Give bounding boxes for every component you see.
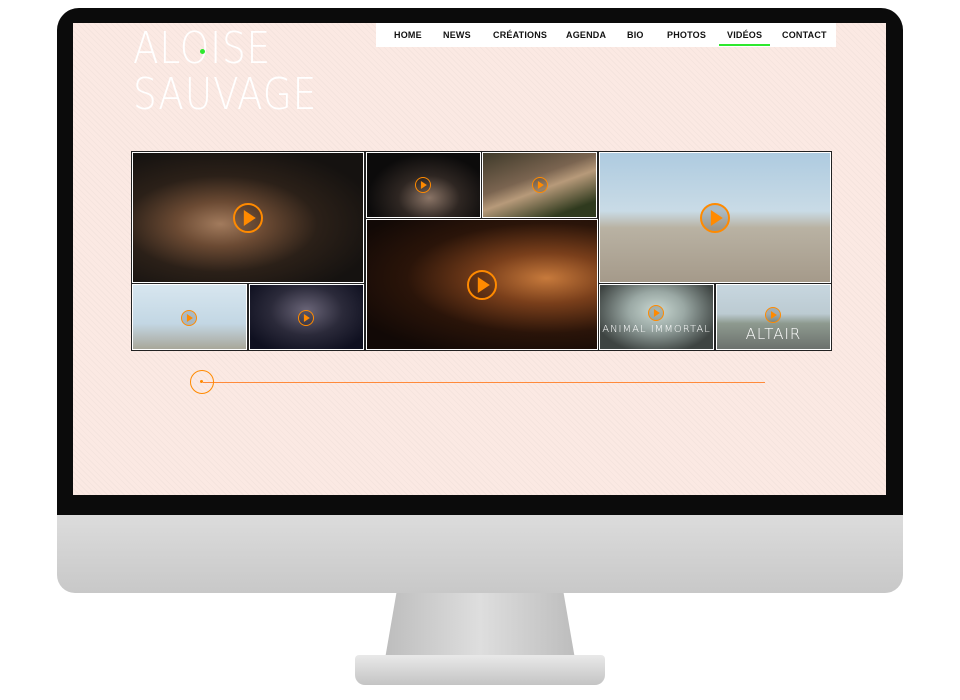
video-tile-hand[interactable]	[366, 152, 481, 218]
nav-creations[interactable]: CRÉATIONS	[493, 30, 547, 40]
logo-green-dot	[200, 49, 205, 54]
play-icon[interactable]	[298, 310, 314, 326]
video-tile-animal-immortal[interactable]: ANIMAL IMMORTAL	[599, 284, 714, 350]
nav-bio[interactable]: BIO	[627, 30, 644, 40]
nav-home[interactable]: HOME	[394, 30, 422, 40]
play-icon[interactable]	[532, 177, 548, 193]
monitor-base	[355, 655, 605, 685]
video-title-altair: ALTAIR	[745, 325, 802, 343]
nav-videos[interactable]: VIDÉOS	[718, 30, 771, 46]
nav-news[interactable]: NEWS	[443, 30, 471, 40]
video-tile-floor[interactable]	[249, 284, 364, 350]
website-screen: ALOISE SAUVAGE HOME NEWS CRÉATIONS AGEND…	[73, 23, 886, 495]
video-tile-portrait[interactable]	[132, 152, 364, 283]
play-icon[interactable]	[467, 270, 497, 300]
gallery-slider-handle[interactable]	[190, 370, 214, 394]
play-icon[interactable]	[415, 177, 431, 193]
play-icon[interactable]	[233, 203, 263, 233]
play-icon[interactable]	[181, 310, 197, 326]
video-tile-handstand[interactable]	[132, 284, 247, 350]
video-tile-hands-dark[interactable]	[366, 219, 598, 350]
logo-line-2: SAUVAGE	[133, 69, 318, 120]
play-icon[interactable]	[765, 307, 781, 323]
video-title-animal-immortal: ANIMAL IMMORTAL	[602, 324, 711, 335]
nav-photos[interactable]: PHOTOS	[667, 30, 706, 40]
video-tile-altair[interactable]: ALTAIR	[716, 284, 831, 350]
site-logo[interactable]: ALOISE SAUVAGE	[133, 25, 316, 117]
video-tile-guitar[interactable]	[482, 152, 597, 218]
play-icon[interactable]	[700, 203, 730, 233]
play-icon[interactable]	[648, 305, 664, 321]
monitor-chin	[57, 515, 903, 593]
nav-contact[interactable]: CONTACT	[782, 30, 827, 40]
main-nav: HOME NEWS CRÉATIONS AGENDA BIO PHOTOS VI…	[376, 23, 836, 47]
gallery-slider-track[interactable]	[203, 382, 765, 383]
nav-agenda[interactable]: AGENDA	[566, 30, 606, 40]
video-tile-beach[interactable]	[599, 152, 831, 283]
monitor-stand	[385, 593, 575, 659]
